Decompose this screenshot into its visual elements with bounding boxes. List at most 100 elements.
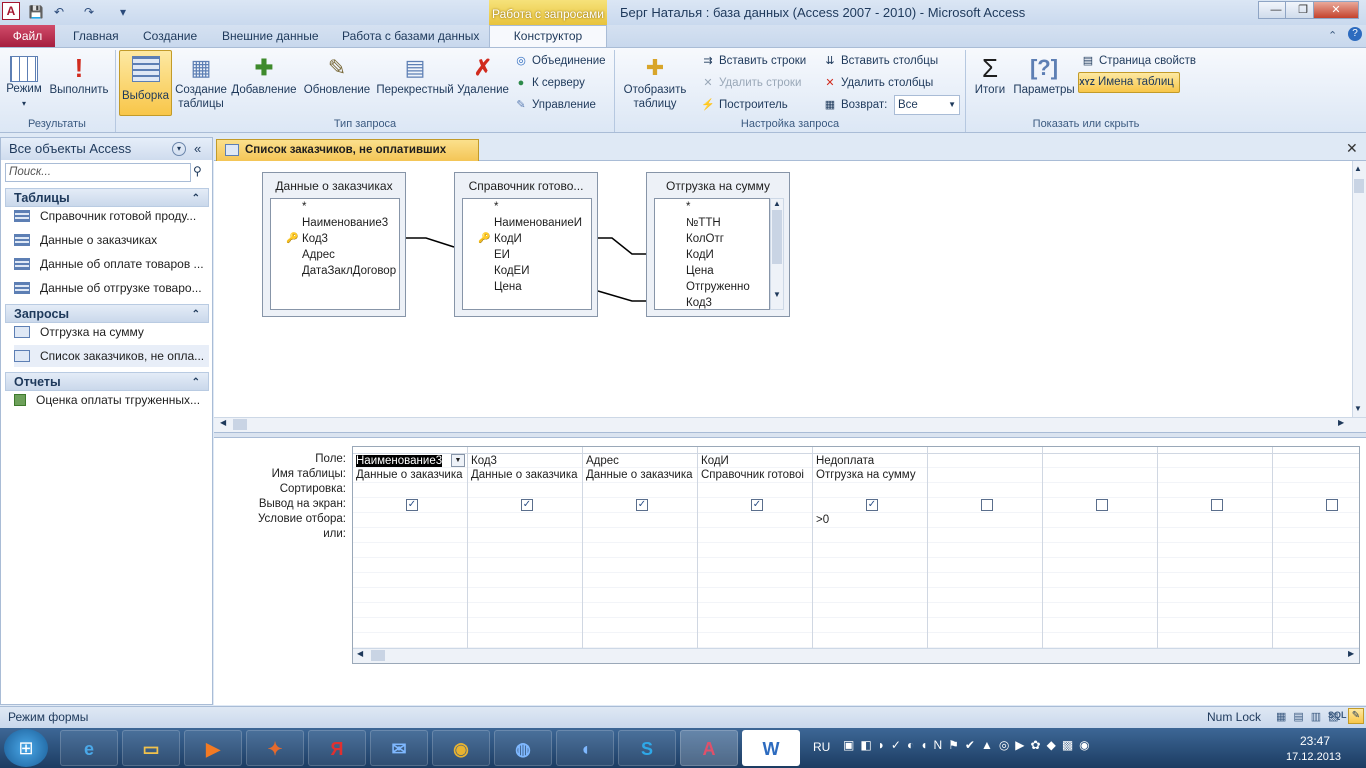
table-field[interactable]: Наименование3 [271,215,399,231]
scroll-up-icon[interactable]: ▲ [771,199,783,208]
table-field[interactable]: КолОтг [655,231,769,247]
chevron-up-icon[interactable]: ⌃ [1328,29,1337,42]
language-indicator[interactable]: RU [813,740,830,754]
grid-empty-cell[interactable] [468,633,582,648]
grid-or-cell[interactable] [698,528,812,543]
clock-date[interactable]: 17.12.2013 [1286,751,1341,763]
passthrough-button[interactable]: ● К серверу [513,74,585,92]
nav-item[interactable]: Оценка оплаты тгруженных... [14,389,209,411]
grid-empty-cell[interactable] [1158,588,1272,603]
grid-show-cell[interactable]: ✓ [353,498,467,513]
grid-empty-cell[interactable] [1158,558,1272,573]
table-field[interactable]: ДатаЗаклДоговор [271,263,399,279]
tab-file[interactable]: Файл [0,25,55,47]
grid-empty-cell[interactable] [583,588,697,603]
mail-icon[interactable]: ✉ [370,730,428,766]
nav-item[interactable]: Данные об отгрузке товаро... [14,277,209,299]
sql-view-icon[interactable]: SQL [1328,710,1347,720]
grid-empty-cell[interactable] [468,543,582,558]
scroll-up-icon[interactable]: ▲ [1354,164,1362,173]
grid-empty-cell[interactable] [813,573,927,588]
table-field[interactable]: Цена [463,279,591,295]
grid-show-cell[interactable] [1043,498,1157,513]
delete-columns-button[interactable]: ✕ Удалить столбцы [822,74,933,92]
update-button[interactable]: ✎ Обновление [300,50,374,116]
tab-home[interactable]: Главная [65,26,127,47]
grid-sort-cell[interactable] [353,483,467,498]
clock-time[interactable]: 23:47 [1300,734,1330,748]
grid-empty-cell[interactable] [583,633,697,648]
tab-design[interactable]: Конструктор [489,25,607,48]
network-globe-icon[interactable]: ◍ [494,730,552,766]
grid-empty-cell[interactable] [583,618,697,633]
table-field[interactable]: Код3 [655,295,769,309]
grid-empty-cell[interactable] [698,603,812,618]
append-button[interactable]: ✚ Добавление [229,50,299,116]
paint-icon[interactable]: ✦ [246,730,304,766]
grid-field-cell[interactable]: КодИ [698,453,812,468]
grid-or-cell[interactable] [1043,528,1157,543]
scroll-down-icon[interactable]: ▼ [771,290,783,299]
grid-table-cell[interactable] [928,468,1042,483]
grid-empty-cell[interactable] [813,588,927,603]
media-player-icon[interactable]: ▶ [184,730,242,766]
grid-empty-cell[interactable] [353,573,467,588]
grid-field-cell[interactable]: Адрес [583,453,697,468]
grid-field-cell[interactable] [1043,453,1157,468]
search-icon[interactable]: ⚲ [193,164,202,178]
chrome-icon[interactable]: ◉ [432,730,490,766]
grid-criteria-cell[interactable] [468,513,582,528]
run-button[interactable]: ! Выполнить [46,50,112,116]
grid-sort-cell[interactable] [928,483,1042,498]
grid-empty-cell[interactable] [468,573,582,588]
grid-empty-cell[interactable] [928,588,1042,603]
grid-empty-cell[interactable] [928,603,1042,618]
grid-show-cell[interactable]: ✓ [583,498,697,513]
grid-empty-cell[interactable] [813,603,927,618]
select-query-button[interactable]: Выборка [119,50,172,116]
document-tab[interactable]: Список заказчиков, не оплативших товар [216,139,479,176]
nav-search-input[interactable]: Поиск... [5,163,191,182]
grid-empty-cell[interactable] [353,633,467,648]
grid-empty-cell[interactable] [1043,603,1157,618]
table-names-button[interactable]: XYZ Имена таблиц [1078,72,1180,93]
table-field[interactable]: КодИ [655,247,769,263]
show-checkbox[interactable]: ✓ [521,498,533,511]
grid-empty-cell[interactable] [698,573,812,588]
grid-sort-cell[interactable] [813,483,927,498]
grid-empty-cell[interactable] [583,603,697,618]
close-document-icon[interactable]: ✕ [1346,140,1358,157]
grid-or-cell[interactable] [813,528,927,543]
delete-query-button[interactable]: ✗ Удаление [456,50,510,116]
scroll-left-icon[interactable]: ◀ [357,649,363,658]
grid-show-cell[interactable] [928,498,1042,513]
scroll-thumb[interactable] [233,419,247,430]
table-field-scrollbar[interactable]: ▲ ▼ [770,198,784,310]
show-checkbox[interactable]: ✓ [751,498,763,511]
grid-criteria-cell[interactable] [1273,513,1359,528]
grid-show-cell[interactable]: ✓ [468,498,582,513]
show-checkbox[interactable] [981,498,993,511]
grid-sort-cell[interactable] [468,483,582,498]
show-checkbox[interactable] [1326,498,1338,511]
grid-or-cell[interactable] [928,528,1042,543]
grid-empty-cell[interactable] [698,543,812,558]
grid-criteria-cell[interactable] [353,513,467,528]
grid-empty-cell[interactable] [1043,543,1157,558]
table-field[interactable]: Отгруженно [655,279,769,295]
show-checkbox[interactable]: ✓ [406,498,418,511]
help-icon[interactable]: ? [1348,27,1362,41]
grid-empty-cell[interactable] [1273,543,1359,558]
data-definition-button[interactable]: ✎ Управление [513,96,596,114]
grid-criteria-cell[interactable] [1158,513,1272,528]
grid-field-cell[interactable] [1158,453,1272,468]
show-checkbox[interactable]: ✓ [866,498,878,511]
grid-show-cell[interactable] [1158,498,1272,513]
upper-horizontal-scrollbar[interactable] [214,417,1366,432]
grid-empty-cell[interactable] [353,558,467,573]
insert-rows-button[interactable]: ⇉ Вставить строки [700,52,806,70]
table-field[interactable]: НаименованиеИ [463,215,591,231]
grid-empty-cell[interactable] [1158,633,1272,648]
save-icon[interactable]: 💾 [27,3,45,21]
grid-empty-cell[interactable] [1273,633,1359,648]
